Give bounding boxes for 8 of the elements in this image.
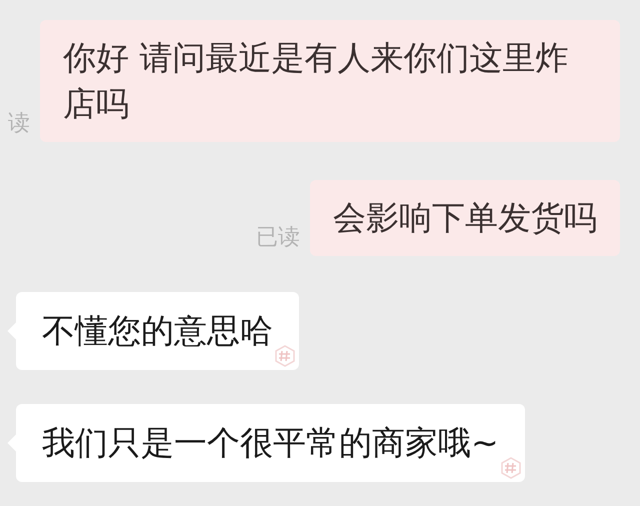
sent-message-bubble: 你好 请问最近是有人来你们这里炸店吗 xyxy=(40,20,620,142)
read-receipt: 已读 xyxy=(256,224,300,252)
stamp-icon xyxy=(273,344,297,368)
sent-message-bubble: 会影响下单发货吗 xyxy=(310,180,620,256)
stamp-icon xyxy=(498,456,523,480)
read-receipt: 读 xyxy=(8,110,30,138)
received-message-bubble: 我们只是一个很平常的商家哦~ xyxy=(16,404,525,482)
received-message-bubble: 不懂您的意思哈 xyxy=(16,292,299,370)
